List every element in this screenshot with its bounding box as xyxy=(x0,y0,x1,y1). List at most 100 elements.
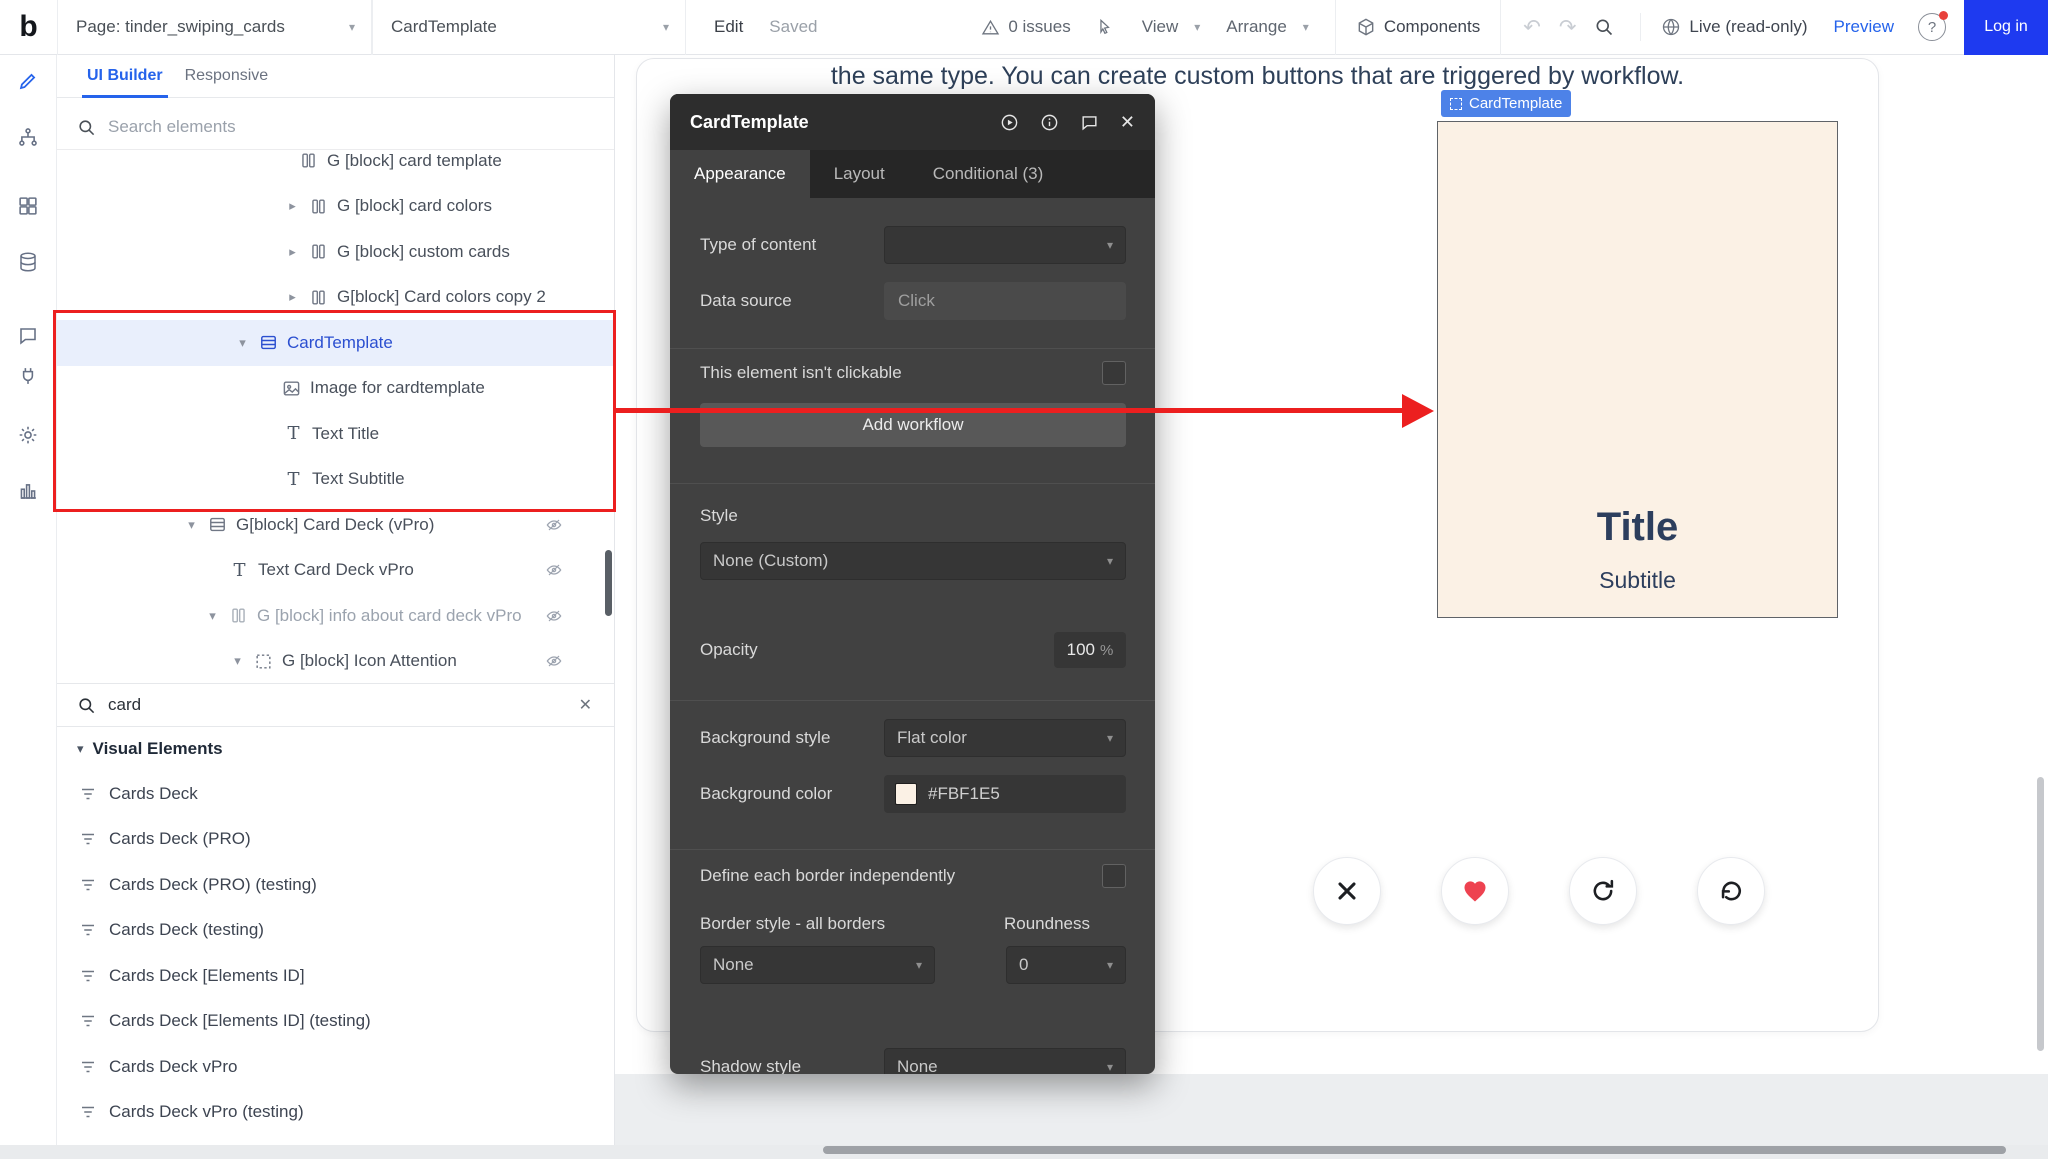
data-source-field[interactable]: Click xyxy=(884,282,1126,320)
hidden-eye-icon[interactable] xyxy=(544,562,564,578)
close-icon[interactable]: ✕ xyxy=(1120,112,1135,133)
styles-chat-icon[interactable] xyxy=(18,326,39,347)
background-color-field[interactable]: #FBF1E5 xyxy=(884,775,1126,813)
select-tool[interactable] xyxy=(1097,18,1116,37)
border-independent-checkbox[interactable] xyxy=(1102,864,1126,888)
workflow-tree-icon[interactable] xyxy=(18,127,39,148)
caret-down-icon[interactable]: ▾ xyxy=(205,608,220,624)
clickable-checkbox[interactable] xyxy=(1102,361,1126,385)
caret-down-icon[interactable]: ▾ xyxy=(235,335,250,351)
visual-elements-header[interactable]: ▾ Visual Elements xyxy=(57,727,614,771)
dismiss-button[interactable] xyxy=(1313,857,1381,925)
color-swatch[interactable] xyxy=(895,783,917,805)
comment-icon[interactable] xyxy=(1080,113,1099,132)
list-item[interactable]: Cards Deck [Elements ID] xyxy=(57,953,614,999)
components-button[interactable]: Components xyxy=(1335,0,1501,55)
hidden-eye-icon[interactable] xyxy=(544,517,564,533)
settings-gear-icon[interactable] xyxy=(18,425,39,446)
shadow-style-dropdown[interactable]: None ▾ xyxy=(884,1048,1126,1074)
tree-item[interactable]: ▸ G [block] card colors xyxy=(57,184,614,230)
list-item[interactable]: Cards Deck (testing) xyxy=(57,908,614,954)
undo-icon[interactable]: ↶ xyxy=(1523,15,1541,40)
tree-item[interactable]: T Text Card Deck vPro xyxy=(57,548,614,594)
view-menu[interactable]: View ▾ xyxy=(1142,17,1201,37)
caret-down-icon[interactable]: ▾ xyxy=(230,653,245,669)
list-item[interactable]: Cards Deck vPro xyxy=(57,1044,614,1090)
preview-link[interactable]: Preview xyxy=(1834,17,1894,37)
element-selector[interactable]: CardTemplate ▾ xyxy=(372,0,686,55)
redo-icon[interactable]: ↷ xyxy=(1559,15,1577,40)
caret-right-icon[interactable]: ▸ xyxy=(285,198,300,214)
caret-right-icon[interactable]: ▸ xyxy=(285,244,300,260)
roundness-label: Roundness xyxy=(1004,914,1126,934)
page-selector[interactable]: Page: tinder_swiping_cards ▾ xyxy=(57,0,372,55)
caret-right-icon[interactable]: ▸ xyxy=(285,289,300,305)
list-item[interactable]: Cards Deck vPro (testing) xyxy=(57,1090,614,1136)
tree-item[interactable]: ▸ G[block] Card colors copy 2 xyxy=(57,275,614,321)
edit-menu[interactable]: Edit xyxy=(714,17,743,37)
plugins-icon[interactable] xyxy=(18,366,39,387)
opacity-input[interactable]: 100 % xyxy=(1054,632,1126,668)
run-play-icon[interactable] xyxy=(1000,113,1019,132)
rewind-button[interactable] xyxy=(1697,857,1765,925)
border-style-dropdown[interactable]: None ▾ xyxy=(700,946,935,984)
tab-layout[interactable]: Layout xyxy=(810,150,909,198)
database-icon[interactable] xyxy=(18,252,39,273)
clear-search-icon[interactable]: ✕ xyxy=(579,695,592,715)
list-item[interactable]: Cards Deck [Elements ID] (testing) xyxy=(57,999,614,1045)
tree-item-cardtemplate-selected[interactable]: ▾ CardTemplate xyxy=(57,320,614,366)
tree-scrollbar[interactable] xyxy=(605,550,612,616)
hidden-eye-icon[interactable] xyxy=(544,608,564,624)
refresh-button[interactable] xyxy=(1569,857,1637,925)
chevron-down-icon: ▾ xyxy=(663,20,669,34)
property-editor-titlebar[interactable]: CardTemplate ✕ xyxy=(670,94,1155,150)
chevron-down-icon: ▾ xyxy=(1107,958,1113,972)
card-title-text[interactable]: Title xyxy=(1438,507,1837,547)
tree-item[interactable]: Image for cardtemplate xyxy=(57,366,614,412)
search-elements-input[interactable] xyxy=(108,117,614,137)
tree-item-label: CardTemplate xyxy=(287,333,393,353)
search-results-list: Cards Deck Cards Deck (PRO) Cards Deck (… xyxy=(57,771,614,1135)
list-item[interactable]: Cards Deck xyxy=(57,771,614,817)
tab-responsive[interactable]: Responsive xyxy=(174,55,280,97)
canvas-vertical-scrollbar[interactable] xyxy=(2037,777,2044,1051)
login-button[interactable]: Log in xyxy=(1964,0,2048,55)
background-style-value: Flat color xyxy=(897,728,1099,748)
tree-item[interactable]: T Text Title xyxy=(57,411,614,457)
info-icon[interactable] xyxy=(1040,113,1059,132)
background-style-label: Background style xyxy=(700,728,830,748)
live-status[interactable]: Live (read-only) xyxy=(1661,17,1807,37)
card-subtitle-text[interactable]: Subtitle xyxy=(1438,567,1837,594)
tab-appearance[interactable]: Appearance xyxy=(670,150,810,198)
like-button[interactable] xyxy=(1441,857,1509,925)
add-workflow-button[interactable]: Add workflow xyxy=(700,403,1126,447)
tree-item[interactable]: ▾ G [block] info about card deck vPro xyxy=(57,593,614,639)
background-style-dropdown[interactable]: Flat color ▾ xyxy=(884,719,1126,757)
element-search-input[interactable] xyxy=(108,695,567,715)
tree-item[interactable]: T Text Subtitle xyxy=(57,457,614,503)
search-button[interactable] xyxy=(1594,17,1614,37)
tree-item[interactable]: ▸ G [block] custom cards xyxy=(57,229,614,275)
tree-item[interactable]: ▾ G[block] Card Deck (vPro) xyxy=(57,502,614,548)
layout-grid-icon[interactable] xyxy=(18,196,39,217)
tab-ui-builder[interactable]: UI Builder xyxy=(76,55,174,97)
arrange-menu[interactable]: Arrange ▾ xyxy=(1226,17,1309,37)
issues-indicator[interactable]: 0 issues xyxy=(981,17,1070,37)
cardtemplate-element[interactable]: Title Subtitle xyxy=(1437,121,1838,618)
cards-deck-icon xyxy=(79,785,97,803)
type-of-content-dropdown[interactable]: ▾ xyxy=(884,226,1126,264)
design-pencil-icon[interactable] xyxy=(18,71,39,92)
horizontal-scrollbar[interactable] xyxy=(823,1146,2006,1154)
hidden-eye-icon[interactable] xyxy=(544,653,564,669)
roundness-dropdown[interactable]: 0 ▾ xyxy=(1006,946,1126,984)
clickable-label: This element isn't clickable xyxy=(700,363,902,383)
list-item[interactable]: Cards Deck (PRO) xyxy=(57,817,614,863)
chevron-down-icon: ▾ xyxy=(1303,20,1309,34)
style-dropdown[interactable]: None (Custom) ▾ xyxy=(700,542,1126,580)
tree-item[interactable]: ▾ G [block] Icon Attention xyxy=(57,639,614,685)
list-item[interactable]: Cards Deck (PRO) (testing) xyxy=(57,862,614,908)
logs-chart-icon[interactable] xyxy=(18,481,39,502)
caret-down-icon[interactable]: ▾ xyxy=(184,517,199,533)
help-button[interactable]: ? xyxy=(1918,13,1946,41)
tab-conditional[interactable]: Conditional (3) xyxy=(909,150,1068,198)
